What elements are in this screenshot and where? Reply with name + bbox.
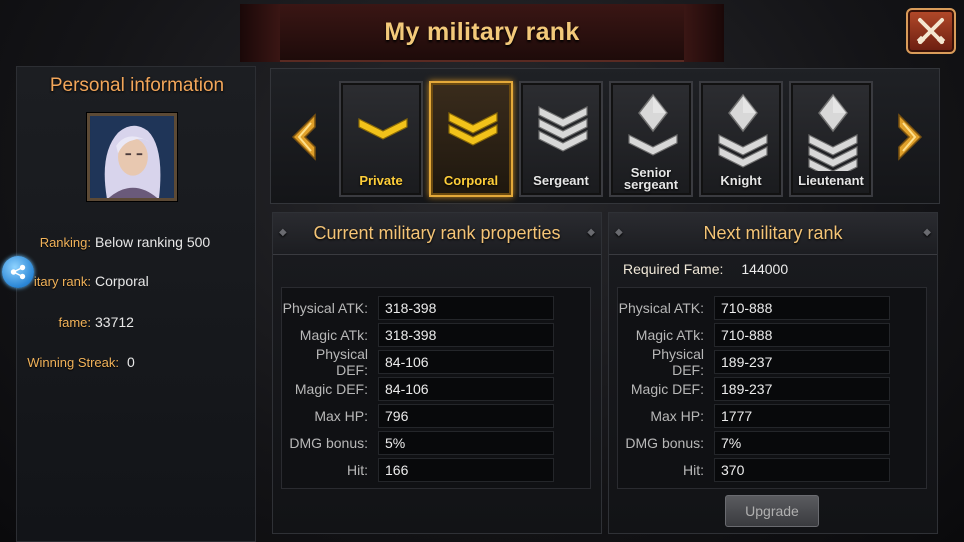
stat-value: 189-237 bbox=[714, 350, 890, 374]
military-rank-row: itary rank: Corporal bbox=[17, 271, 257, 291]
stat-label: Hit: bbox=[347, 462, 368, 478]
stat-label: Magic ATk: bbox=[299, 327, 368, 343]
stat-value: 796 bbox=[378, 404, 554, 428]
stat-label: Magic DEF: bbox=[630, 381, 704, 397]
stat-row: Max HP: 796 bbox=[282, 404, 590, 428]
required-fame-value: 144000 bbox=[741, 261, 789, 277]
rank-card[interactable]: Corporal bbox=[429, 81, 513, 197]
ranking-value: Below ranking 500 bbox=[95, 234, 211, 250]
upgrade-button[interactable]: Upgrade bbox=[725, 495, 819, 527]
next-rank-header: Next military rank bbox=[609, 213, 937, 255]
player-avatar[interactable] bbox=[87, 113, 177, 201]
close-button[interactable] bbox=[906, 8, 956, 54]
avatar-portrait-icon bbox=[90, 116, 174, 198]
required-fame-row: Required Fame: 144000 bbox=[623, 261, 788, 277]
window-title: My military rank bbox=[384, 17, 580, 46]
rank-name-label: Private bbox=[359, 173, 403, 188]
ranking-row: Ranking: Below ranking 500 bbox=[17, 232, 257, 252]
stat-row: Max HP: 1777 bbox=[618, 404, 926, 428]
stat-row: Magic ATk: 318-398 bbox=[282, 323, 590, 347]
stat-value: 189-237 bbox=[714, 377, 890, 401]
title-bar: My military rank bbox=[240, 4, 684, 62]
floating-assistant-bubble[interactable] bbox=[2, 256, 34, 288]
rank-name-label: Lieutenant bbox=[798, 173, 864, 188]
stat-value: 166 bbox=[378, 458, 554, 482]
rank-selector: Private Corporal Sergeant Senior sergeant Kni… bbox=[270, 68, 940, 204]
rank-card[interactable]: Private bbox=[339, 81, 423, 197]
stat-label: Physical ATK: bbox=[282, 300, 368, 316]
current-rank-properties-header: Current military rank properties bbox=[273, 213, 601, 255]
stat-value: 1777 bbox=[714, 404, 890, 428]
rank-name-label: Knight bbox=[720, 173, 762, 188]
rank-insignia-icon bbox=[718, 93, 768, 168]
stat-label: Physical DEF: bbox=[651, 346, 704, 378]
stat-label: Physical DEF: bbox=[315, 346, 368, 378]
personal-info-header: Personal information bbox=[49, 75, 225, 96]
rank-card[interactable]: Sergeant bbox=[519, 81, 603, 197]
crossed-swords-close-icon bbox=[916, 18, 946, 45]
required-fame-label: Required Fame: bbox=[623, 261, 724, 277]
stat-label: Hit: bbox=[683, 462, 704, 478]
current-rank-properties-panel: Current military rank properties Physica… bbox=[272, 212, 602, 534]
stat-label: Max HP: bbox=[314, 408, 368, 424]
share-nodes-icon bbox=[10, 264, 26, 280]
stat-value: 710-888 bbox=[714, 323, 890, 347]
personal-info-panel: Personal information Ranking: Below rank… bbox=[16, 66, 256, 542]
stat-row: Physical ATK: 318-398 bbox=[282, 296, 590, 320]
winning-streak-value: 0 bbox=[127, 354, 135, 370]
stat-label: Physical ATK: bbox=[618, 300, 704, 316]
rank-card[interactable]: Lieutenant bbox=[789, 81, 873, 197]
rank-name-label: Corporal bbox=[443, 173, 499, 188]
fame-label: fame: bbox=[58, 314, 91, 330]
stat-label: DMG bonus: bbox=[289, 435, 368, 451]
stat-label: Magic ATk: bbox=[635, 327, 704, 343]
stat-row: Physical ATK: 710-888 bbox=[618, 296, 926, 320]
stat-label: Magic DEF: bbox=[294, 381, 368, 397]
stat-value: 710-888 bbox=[714, 296, 890, 320]
stat-row: Physical DEF: 84-106 bbox=[282, 346, 590, 378]
stat-value: 7% bbox=[714, 431, 890, 455]
rank-insignia-icon bbox=[358, 118, 408, 140]
next-rank-panel: Next military rank Required Fame: 144000… bbox=[608, 212, 938, 534]
rank-name-line: sergeant bbox=[623, 177, 679, 192]
stat-row: Hit: 166 bbox=[282, 458, 590, 482]
stat-row: Magic DEF: 189-237 bbox=[618, 377, 926, 401]
winning-streak-row: Winning Streak: 0 bbox=[17, 352, 257, 372]
rank-insignia-icon bbox=[538, 106, 588, 152]
current-stats-table: Physical ATK: 318-398 Magic ATk: 318-398 Phy… bbox=[281, 287, 591, 489]
stat-label: Max HP: bbox=[650, 408, 704, 424]
next-stats-table: Physical ATK: 710-888 Magic ATk: 710-888 Phy… bbox=[617, 287, 927, 489]
winning-streak-label: Winning Streak: bbox=[27, 354, 119, 370]
stat-row: Hit: 370 bbox=[618, 458, 926, 482]
rank-name-label: Sergeant bbox=[533, 173, 589, 188]
stat-row: Magic DEF: 84-106 bbox=[282, 377, 590, 401]
stat-label: DMG bonus: bbox=[625, 435, 704, 451]
previous-rank-arrow-icon[interactable] bbox=[289, 113, 319, 161]
stat-value: 84-106 bbox=[378, 377, 554, 401]
stat-row: DMG bonus: 5% bbox=[282, 431, 590, 455]
stat-value: 318-398 bbox=[378, 296, 554, 320]
stat-row: Physical DEF: 189-237 bbox=[618, 346, 926, 378]
military-rank-value: Corporal bbox=[95, 273, 149, 289]
stat-value: 370 bbox=[714, 458, 890, 482]
ranking-label: Ranking: bbox=[39, 234, 91, 250]
rank-insignia-icon bbox=[448, 112, 498, 146]
stat-value: 5% bbox=[378, 431, 554, 455]
rank-insignia-icon bbox=[808, 93, 858, 171]
rank-card[interactable]: Senior sergeant bbox=[609, 81, 693, 197]
fame-value: 33712 bbox=[95, 314, 134, 330]
fame-row: fame: 33712 bbox=[17, 312, 257, 332]
rank-card[interactable]: Knight bbox=[699, 81, 783, 197]
stat-row: DMG bonus: 7% bbox=[618, 431, 926, 455]
stat-value: 318-398 bbox=[378, 323, 554, 347]
rank-insignia-icon bbox=[628, 93, 678, 156]
stat-row: Magic ATk: 710-888 bbox=[618, 323, 926, 347]
next-rank-arrow-icon[interactable] bbox=[895, 113, 925, 161]
stat-value: 84-106 bbox=[378, 350, 554, 374]
game-window: My military rank Personal information Ra… bbox=[0, 0, 964, 542]
rank-name-label: Senior sergeant bbox=[611, 166, 691, 192]
